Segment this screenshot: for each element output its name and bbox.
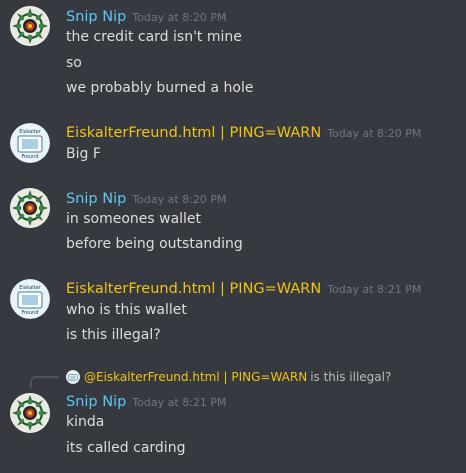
username[interactable]: Snip Nip xyxy=(66,9,126,25)
username[interactable]: EiskalterFreund.html | PING=WARN xyxy=(66,125,321,141)
timestamp: Today at 8:21 PM xyxy=(132,396,227,409)
eiskalter-freund-avatar-icon xyxy=(66,370,80,384)
mandala-avatar-icon[interactable] xyxy=(10,393,50,433)
eiskalter-freund-avatar-icon[interactable]: Eiskalter Freund xyxy=(10,279,50,319)
avatar-text: Eiskalter xyxy=(19,285,41,291)
message-header: Snip Nip Today at 8:20 PM xyxy=(66,5,227,27)
message-text: is this illegal? xyxy=(66,327,161,343)
username[interactable]: Snip Nip xyxy=(66,394,126,410)
reply-text[interactable]: is this illegal? xyxy=(310,370,391,384)
avatar-text: Freund xyxy=(21,310,38,316)
timestamp: Today at 8:20 PM xyxy=(327,127,422,140)
username[interactable]: EiskalterFreund.html | PING=WARN xyxy=(66,281,321,297)
message-header: EiskalterFreund.html | PING=WARN Today at… xyxy=(66,277,421,299)
message-text: we probably burned a hole xyxy=(66,80,254,96)
mandala-avatar-icon[interactable] xyxy=(10,188,50,228)
eiskalter-freund-avatar-icon[interactable]: Eiskalter Freund xyxy=(10,123,50,163)
message-text: in someones wallet xyxy=(66,211,202,227)
mandala-avatar-icon[interactable] xyxy=(10,6,50,46)
message-text: kinda xyxy=(66,414,105,430)
message-header: Snip Nip Today at 8:20 PM xyxy=(66,187,227,209)
message-text: so xyxy=(66,55,82,71)
message-text: its called carding xyxy=(66,440,186,456)
message-header: EiskalterFreund.html | PING=WARN Today at… xyxy=(66,121,421,143)
message-text: who is this wallet xyxy=(66,302,187,318)
timestamp: Today at 8:20 PM xyxy=(132,11,227,24)
timestamp: Today at 8:21 PM xyxy=(327,283,422,296)
timestamp: Today at 8:20 PM xyxy=(132,193,227,206)
username[interactable]: Snip Nip xyxy=(66,191,126,207)
reply-spine xyxy=(30,376,59,388)
message-header: Snip Nip Today at 8:21 PM xyxy=(66,390,227,412)
message-text: before being outstanding xyxy=(66,236,243,252)
reply-preview[interactable]: @EiskalterFreund.html | PING=WARN is this… xyxy=(66,368,391,386)
avatar-text: Eiskalter xyxy=(19,129,41,135)
message-text: Big F xyxy=(66,146,101,162)
avatar-text: Freund xyxy=(21,154,38,160)
message-text: the credit card isn't mine xyxy=(66,29,242,45)
reply-mention[interactable]: @EiskalterFreund.html | PING=WARN xyxy=(84,370,307,384)
